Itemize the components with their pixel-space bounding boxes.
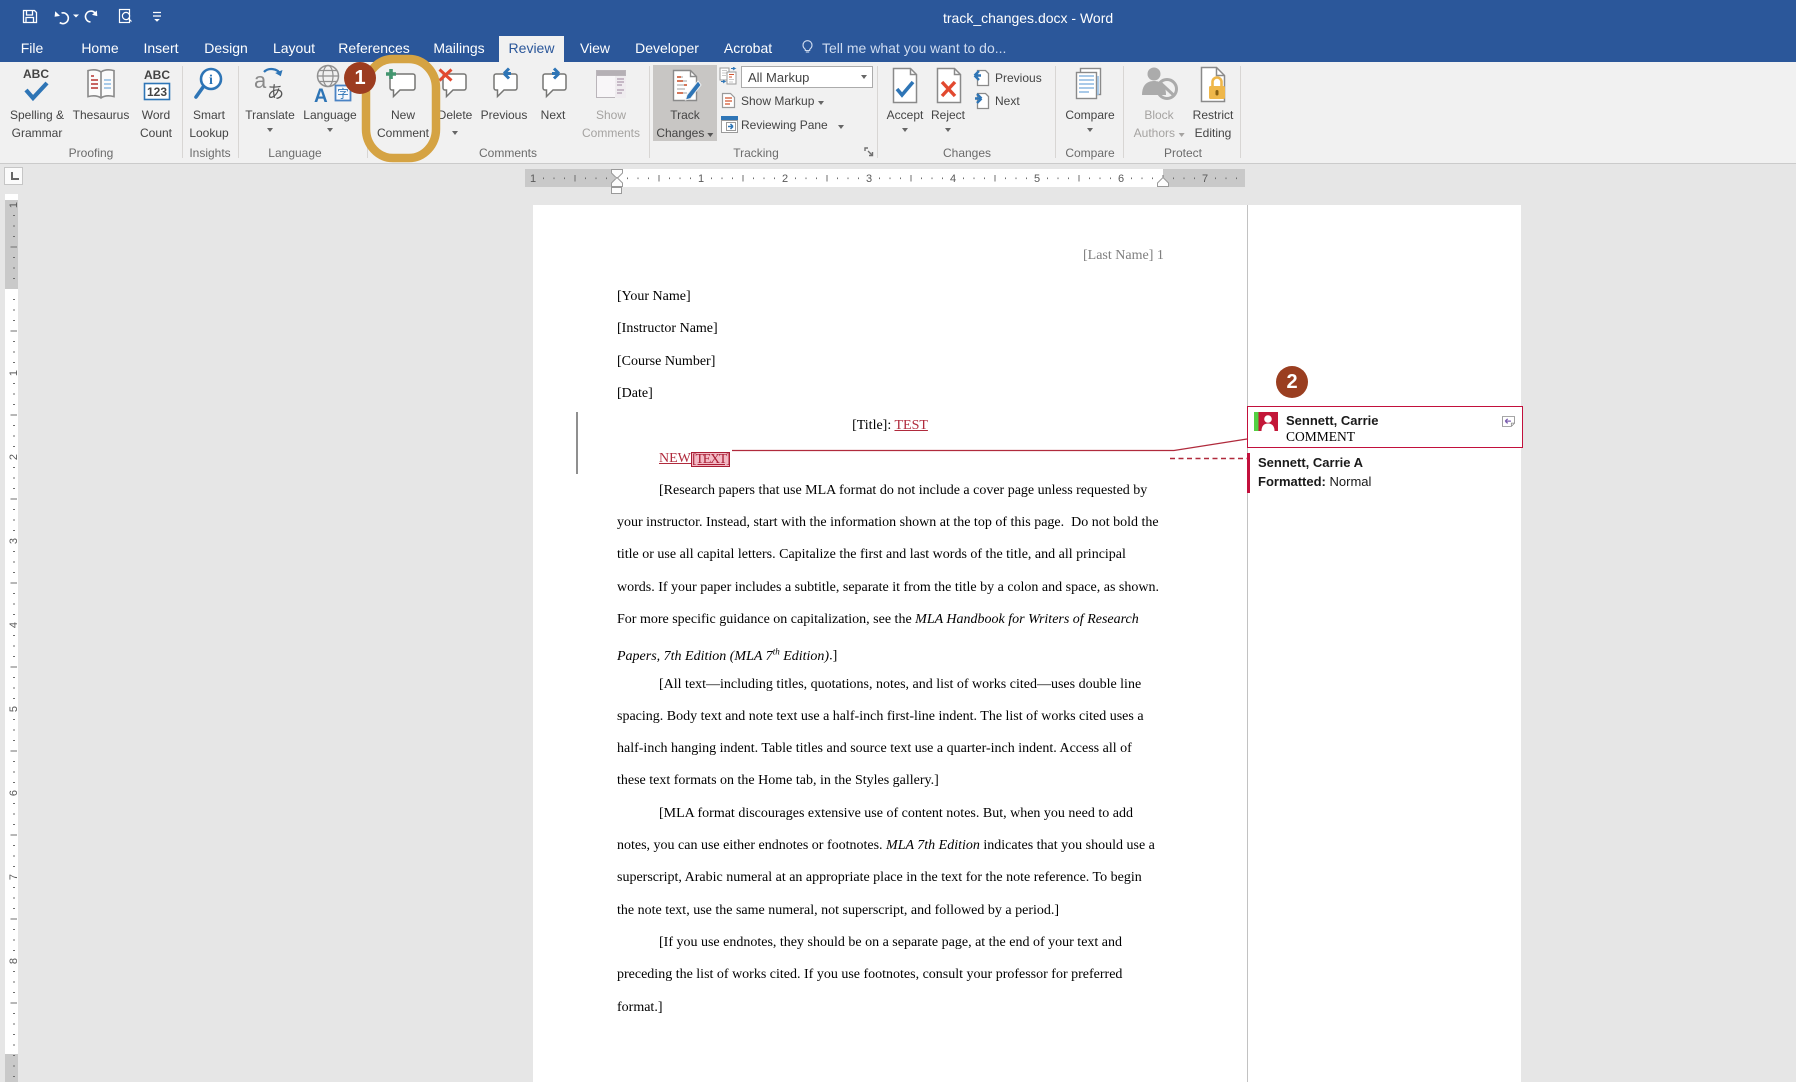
svg-text:4: 4	[8, 622, 18, 628]
svg-text:3: 3	[866, 173, 872, 185]
svg-text:6: 6	[1118, 173, 1124, 185]
svg-text:6: 6	[8, 790, 18, 796]
svg-text:4: 4	[950, 173, 956, 185]
svg-text:ABC: ABC	[144, 68, 170, 82]
svg-text:123: 123	[147, 85, 167, 99]
svg-text:7: 7	[8, 874, 18, 880]
svg-text:5: 5	[8, 706, 18, 712]
svg-text:2: 2	[8, 454, 18, 460]
svg-text:あ: あ	[267, 83, 284, 102]
svg-text:8: 8	[8, 958, 18, 964]
svg-text:2: 2	[782, 173, 788, 185]
svg-text:1: 1	[8, 370, 18, 376]
svg-text:7: 7	[1202, 173, 1208, 185]
svg-text:1: 1	[530, 173, 536, 185]
svg-text:A: A	[314, 86, 328, 104]
svg-text:ABC: ABC	[23, 67, 49, 81]
svg-text:5: 5	[1034, 173, 1040, 185]
svg-text:i: i	[209, 73, 213, 88]
svg-text:1: 1	[8, 202, 18, 208]
svg-text:1: 1	[698, 173, 704, 185]
svg-text:3: 3	[8, 538, 18, 544]
